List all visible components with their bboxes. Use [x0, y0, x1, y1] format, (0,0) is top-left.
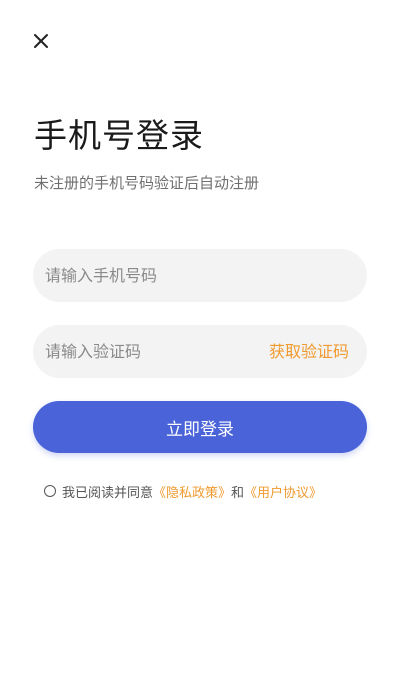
agreement-radio-icon[interactable]	[44, 485, 56, 497]
user-agreement-link[interactable]: 《用户协议》	[244, 482, 322, 501]
login-screen: 手机号登录 未注册的手机号码验证后自动注册 获取验证码 立即登录 我已阅读并同意…	[0, 0, 400, 700]
get-code-button[interactable]: 获取验证码	[269, 325, 349, 378]
agreement-and-text: 和	[231, 485, 245, 501]
close-icon	[34, 34, 48, 48]
login-button[interactable]: 立即登录	[33, 401, 367, 453]
close-button[interactable]	[31, 31, 51, 51]
page-subtitle: 未注册的手机号码验证后自动注册	[34, 174, 260, 192]
agreement-row: 我已阅读并同意 《隐私政策》 和 《用户协议》	[44, 481, 322, 501]
code-field: 获取验证码	[33, 325, 367, 378]
phone-field	[33, 249, 367, 302]
code-input[interactable]	[45, 325, 245, 378]
agreement-text: 我已阅读并同意	[62, 485, 154, 501]
page-title: 手机号登录	[34, 116, 204, 155]
phone-input[interactable]	[45, 249, 355, 302]
privacy-policy-link[interactable]: 《隐私政策》	[153, 482, 231, 501]
